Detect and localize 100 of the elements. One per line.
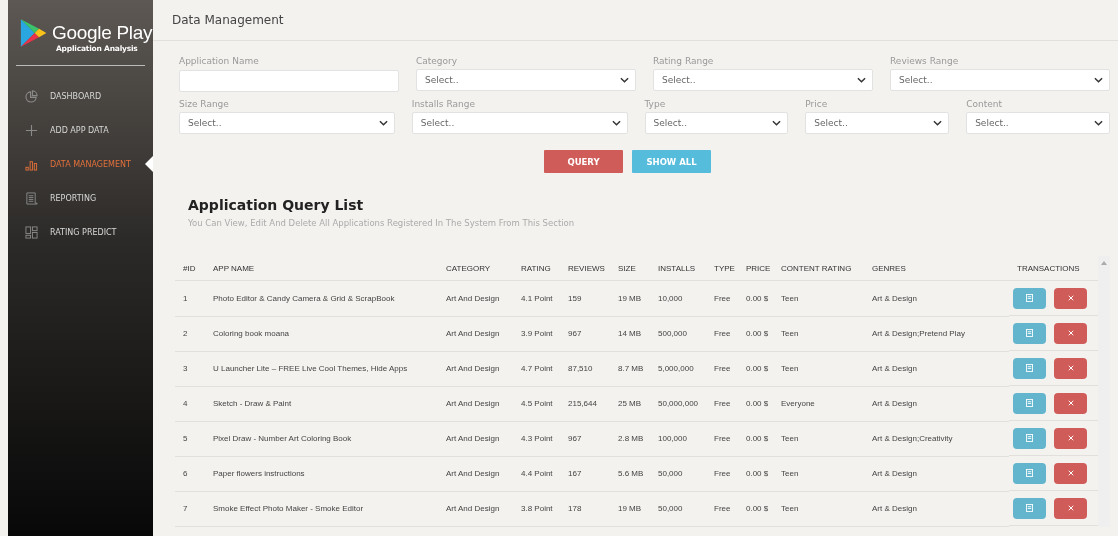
field-label: Category [416,56,459,66]
column-header: REVIEWS [560,256,610,281]
table-cell: 0.00 $ [738,280,773,316]
table-cell: 2 [175,316,205,351]
delete-button[interactable] [1054,462,1087,484]
field-label: Rating Range [653,56,715,66]
table-cell: 0.00 $ [738,421,773,456]
brand-name: Google Play [52,22,153,44]
sidebar-item[interactable]: DATA MANAGEMENT [8,147,153,181]
scrollbar[interactable] [1098,256,1110,527]
column-header: #ID [175,256,205,281]
table-cell: Smoke Effect Photo Maker - Smoke Editor [205,491,438,526]
field-label: Type [644,99,667,109]
close-icon [1067,505,1074,511]
select-field[interactable]: Select.. [653,69,873,91]
edit-button[interactable] [1013,287,1046,309]
text-field[interactable] [179,70,399,92]
delete-button[interactable] [1054,497,1087,519]
table-cell: 19 MB [610,280,650,316]
select-field[interactable]: Select.. [805,112,950,134]
table-cell: 0.00 $ [738,491,773,526]
table-cell: 5.6 MB [610,456,650,491]
table-cell: Coloring book moana [205,316,438,351]
table-cell: Art & Design [864,280,1009,316]
table-cell: 50,000 [650,491,706,526]
chevron-down-icon [933,120,943,126]
chevron-down-icon [378,120,388,126]
table-cell: Teen [773,491,864,526]
table-cell: 87,510 [560,351,610,386]
table-cell: Free [706,456,738,491]
field-label: Reviews Range [890,56,960,66]
table-cell: 967 [560,316,610,351]
sidebar-item[interactable]: RATING PREDICT [8,215,153,249]
select-field[interactable]: Select.. [179,112,395,134]
table-cell: 3.8 Point [513,491,560,526]
delete-button[interactable] [1054,287,1087,309]
table-cell: Free [706,351,738,386]
column-header: CATEGORY [438,256,513,281]
edit-button[interactable] [1013,322,1046,344]
pie-chart-icon [25,89,38,103]
close-icon [1067,295,1074,301]
table-cell: 100,000 [650,421,706,456]
select-field[interactable]: Select.. [411,112,628,134]
table-cell: Art & Design;Pretend Play [864,316,1009,351]
sidebar-item[interactable]: ADD APP DATA [8,113,153,147]
column-header: RATING [513,256,560,281]
table-cell: 215,644 [560,386,610,421]
table-cell: Art & Design [864,351,1009,386]
table-cell: 0.00 $ [738,351,773,386]
table-cell: Free [706,491,738,526]
table-cell: Art And Design [438,386,513,421]
edit-icon [1026,504,1033,512]
query-button[interactable]: QUERY [544,150,623,173]
field-label: Installs Range [411,99,476,109]
table-cell: Art & Design;Creativity [864,421,1009,456]
edit-button[interactable] [1013,497,1046,519]
table-cell: Art And Design [438,316,513,351]
delete-button[interactable] [1054,427,1087,449]
table-cell: 5 [175,421,205,456]
table-cell: Everyone [773,386,864,421]
column-header: SIZE [610,256,650,281]
table-cell: Art And Design [438,421,513,456]
field-label: Content [966,99,1003,109]
table-cell: 7 [175,491,205,526]
table-cell: Art And Design [438,491,513,526]
table-cell: Free [706,280,738,316]
chevron-down-icon [611,120,621,126]
delete-button[interactable] [1054,322,1087,344]
column-header: TYPE [706,256,738,281]
edit-icon [1026,434,1033,442]
chevron-down-icon [1094,77,1103,83]
edit-icon [1026,399,1033,407]
scroll-up-icon [1101,261,1107,265]
select-field[interactable]: Select.. [966,112,1110,134]
select-field[interactable]: Select.. [890,69,1110,91]
table-cell: 3 [175,351,205,386]
table-cell: 4 [175,386,205,421]
play-logo-icon [20,18,46,48]
sidebar-item[interactable]: DASHBOARD [8,79,153,113]
edit-button[interactable] [1013,357,1046,379]
edit-button[interactable] [1013,392,1046,414]
table-cell: Sketch - Draw & Paint [205,386,438,421]
column-header: PRICE [738,256,773,281]
delete-button[interactable] [1054,357,1087,379]
edit-icon [1026,329,1033,337]
table-cell: 3.9 Point [513,316,560,351]
table-cell: 159 [560,280,610,316]
table-cell: 2.8 MB [610,421,650,456]
table-cell: Free [706,421,738,456]
edit-icon [1026,469,1033,477]
close-icon [1067,400,1074,406]
column-header: INSTALLS [650,256,706,281]
table-cell: Art And Design [438,280,513,316]
edit-button[interactable] [1013,462,1046,484]
delete-button[interactable] [1054,392,1087,414]
edit-button[interactable] [1013,427,1046,449]
select-field[interactable]: Select.. [416,69,636,91]
sidebar-item[interactable]: REPORTING [8,181,153,215]
select-field[interactable]: Select.. [644,112,789,134]
column-header: APP NAME [205,256,438,281]
